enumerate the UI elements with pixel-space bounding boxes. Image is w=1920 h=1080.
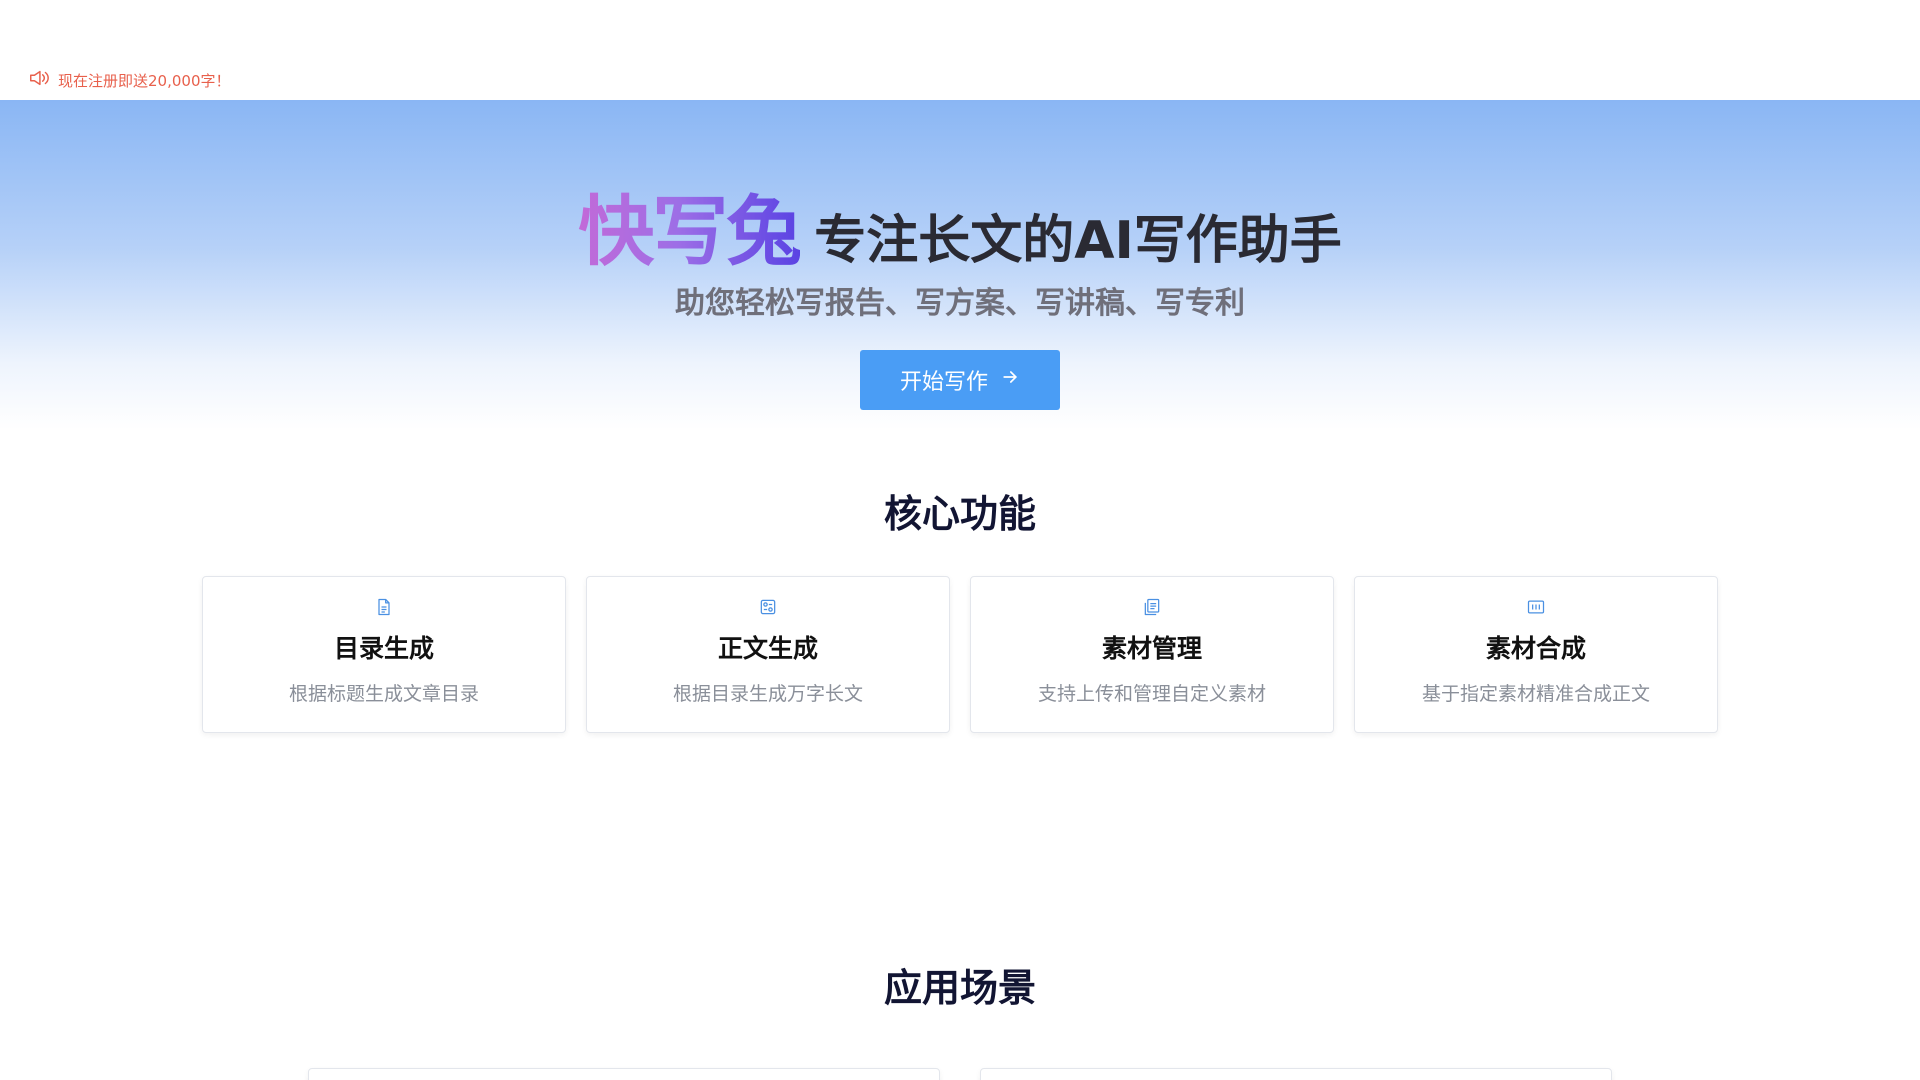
start-writing-button[interactable]: 开始写作 — [860, 350, 1060, 410]
feature-card-title: 正文生成 — [717, 634, 818, 663]
arrow-right-icon — [1000, 367, 1020, 393]
scenario-card[interactable] — [308, 1068, 940, 1080]
files-icon — [1142, 597, 1162, 617]
hero-subtitle: 助您轻松写报告、写方案、写讲稿、写专利 — [675, 286, 1245, 321]
start-writing-label: 开始写作 — [899, 370, 988, 395]
document-icon — [374, 597, 394, 617]
feature-cards: 目录生成 根据标题生成文章目录 正文生成 根据目录生成万字长文 素材管理 支持上… — [202, 576, 1718, 733]
feature-card-material-manage[interactable]: 素材管理 支持上传和管理自定义素材 — [970, 576, 1334, 733]
core-features-title: 核心功能 — [883, 492, 1036, 536]
settings-doc-icon — [758, 597, 778, 617]
hero-slogan: 专注长文的AI写作助手 — [814, 211, 1342, 271]
feature-card-desc: 支持上传和管理自定义素材 — [1037, 683, 1266, 705]
merge-icon — [1526, 597, 1546, 617]
feature-card-body[interactable]: 正文生成 根据目录生成万字长文 — [586, 576, 950, 733]
hero-section: 快写兔 专注长文的AI写作助手 助您轻松写报告、写方案、写讲稿、写专利 开始写作 — [0, 100, 1920, 430]
scenario-card[interactable] — [980, 1068, 1612, 1080]
top-bar: 现在注册即送20,000字！ — [0, 0, 1920, 100]
feature-card-title: 素材管理 — [1101, 634, 1202, 663]
feature-card-title: 目录生成 — [333, 634, 434, 663]
promo-notice[interactable]: 现在注册即送20,000字！ — [28, 67, 231, 93]
feature-card-desc: 根据标题生成文章目录 — [288, 683, 479, 705]
promo-text: 现在注册即送20,000字！ — [58, 71, 231, 90]
speaker-icon — [28, 67, 50, 93]
feature-card-title: 素材合成 — [1485, 634, 1586, 663]
feature-card-desc: 根据目录生成万字长文 — [672, 683, 863, 705]
scenarios-title: 应用场景 — [883, 966, 1036, 1010]
feature-card-material-merge[interactable]: 素材合成 基于指定素材精准合成正文 — [1354, 576, 1718, 733]
hero-title: 快写兔 专注长文的AI写作助手 — [0, 170, 1920, 280]
feature-card-desc: 基于指定素材精准合成正文 — [1421, 683, 1650, 705]
feature-card-outline[interactable]: 目录生成 根据标题生成文章目录 — [202, 576, 566, 733]
brand-name: 快写兔 — [578, 170, 802, 280]
